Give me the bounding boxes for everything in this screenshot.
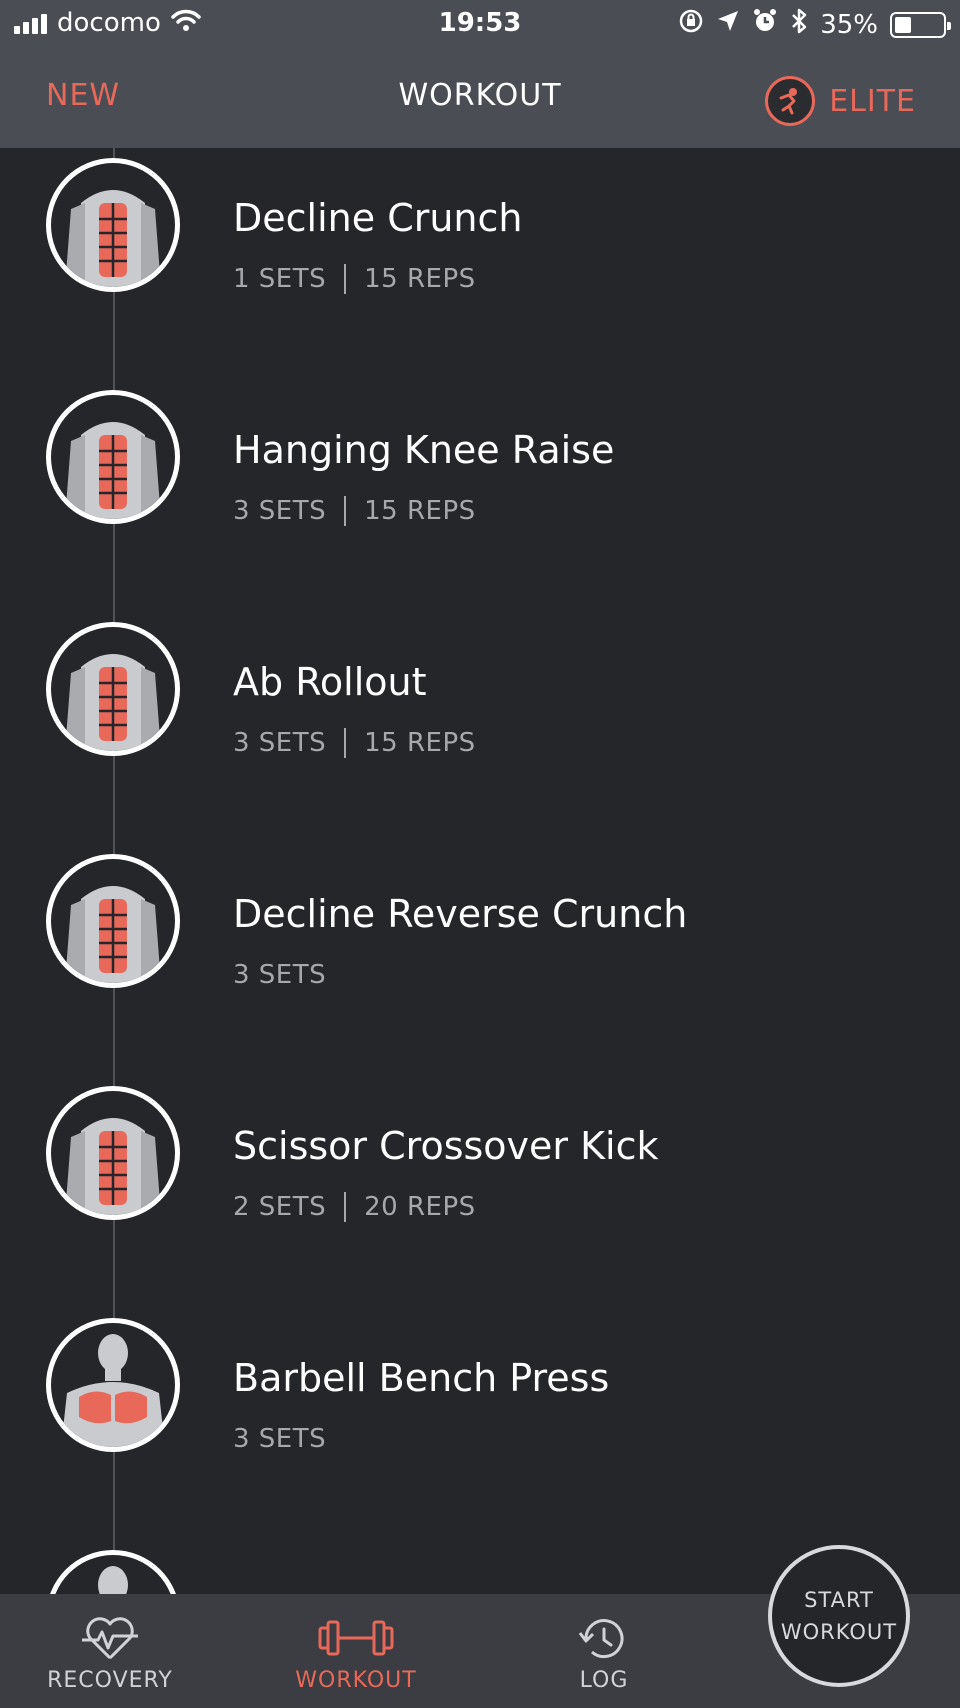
start-workout-line2: WORKOUT bbox=[780, 1620, 898, 1644]
exercise-meta: 1 SETS 15 REPS bbox=[233, 264, 476, 294]
exercise-item[interactable]: Barbell Bench Press 3 SETS bbox=[0, 1308, 960, 1540]
start-workout-button[interactable]: START WORKOUT bbox=[768, 1545, 910, 1687]
tab-recovery[interactable]: RECOVERY bbox=[0, 1594, 220, 1708]
alarm-icon bbox=[752, 8, 778, 41]
abs-muscle-icon bbox=[46, 390, 180, 524]
exercise-name: Scissor Crossover Kick bbox=[233, 1124, 659, 1168]
tab-recovery-label: RECOVERY bbox=[47, 1668, 173, 1693]
battery-icon bbox=[890, 11, 951, 38]
exercise-sets: 3 SETS bbox=[233, 960, 327, 990]
status-bar: docomo 19:53 35% bbox=[0, 0, 960, 50]
exercise-reps: 15 REPS bbox=[364, 496, 476, 526]
orientation-lock-icon bbox=[678, 8, 704, 41]
battery-percent: 35% bbox=[820, 9, 878, 40]
exercise-name: Decline Reverse Crunch bbox=[233, 892, 688, 936]
location-icon bbox=[716, 9, 740, 40]
chest-muscle-icon bbox=[46, 1318, 180, 1452]
abs-muscle-icon bbox=[46, 854, 180, 988]
clock-history-icon bbox=[494, 1614, 714, 1664]
exercise-name: Ab Rollout bbox=[233, 660, 427, 704]
bluetooth-icon bbox=[790, 8, 808, 41]
elite-label: ELITE bbox=[829, 83, 916, 119]
dumbbell-icon bbox=[246, 1614, 466, 1664]
exercise-sets: 2 SETS bbox=[233, 1192, 327, 1222]
exercise-reps: 15 REPS bbox=[364, 264, 476, 294]
start-workout-line1: START bbox=[804, 1588, 874, 1612]
abs-muscle-icon bbox=[46, 158, 180, 292]
exercise-name: Barbell Bench Press bbox=[233, 1356, 610, 1400]
exercise-sets: 3 SETS bbox=[233, 1424, 327, 1454]
status-right: 35% bbox=[678, 8, 951, 41]
exercise-meta: 3 SETS 15 REPS bbox=[233, 728, 476, 758]
tab-log-label: LOG bbox=[579, 1668, 629, 1693]
meta-divider bbox=[344, 1192, 347, 1222]
exercise-item[interactable]: Decline Crunch 1 SETS 15 REPS bbox=[0, 148, 960, 380]
exercise-sets: 3 SETS bbox=[233, 728, 327, 758]
meta-divider bbox=[344, 496, 347, 526]
exercise-meta: 3 SETS bbox=[233, 960, 326, 990]
exercise-reps: 20 REPS bbox=[364, 1192, 476, 1222]
exercise-meta: 2 SETS 20 REPS bbox=[233, 1192, 476, 1222]
exercise-sets: 3 SETS bbox=[233, 496, 327, 526]
exercise-item[interactable]: Ab Rollout 3 SETS 15 REPS bbox=[0, 612, 960, 844]
tab-log[interactable]: LOG bbox=[494, 1594, 714, 1708]
heart-pulse-icon bbox=[0, 1614, 220, 1664]
elite-runner-icon bbox=[765, 76, 816, 126]
meta-divider bbox=[344, 264, 347, 294]
exercise-name: Hanging Knee Raise bbox=[233, 428, 615, 472]
abs-muscle-icon bbox=[46, 622, 180, 756]
exercise-item[interactable]: Decline Reverse Crunch 3 SETS bbox=[0, 844, 960, 1076]
exercise-list[interactable]: Decline Crunch 1 SETS 15 REPS Hanging Kne… bbox=[0, 148, 960, 1594]
exercise-item[interactable]: Scissor Crossover Kick 2 SETS 20 REPS bbox=[0, 1076, 960, 1308]
top-bar: docomo 19:53 35% NEW WORKOUT ELITE bbox=[0, 0, 960, 148]
elite-button[interactable]: ELITE bbox=[765, 76, 916, 126]
exercise-sets: 1 SETS bbox=[233, 264, 327, 294]
exercise-meta: 3 SETS 15 REPS bbox=[233, 496, 476, 526]
exercise-item[interactable]: Hanging Knee Raise 3 SETS 15 REPS bbox=[0, 380, 960, 612]
abs-muscle-icon bbox=[46, 1086, 180, 1220]
meta-divider bbox=[344, 728, 347, 758]
tab-workout[interactable]: WORKOUT bbox=[246, 1594, 466, 1708]
exercise-meta: 3 SETS bbox=[233, 1424, 326, 1454]
tab-workout-label: WORKOUT bbox=[295, 1668, 417, 1693]
exercise-name: Decline Crunch bbox=[233, 196, 523, 240]
body-muscle-icon bbox=[46, 1550, 180, 1594]
exercise-reps: 15 REPS bbox=[364, 728, 476, 758]
